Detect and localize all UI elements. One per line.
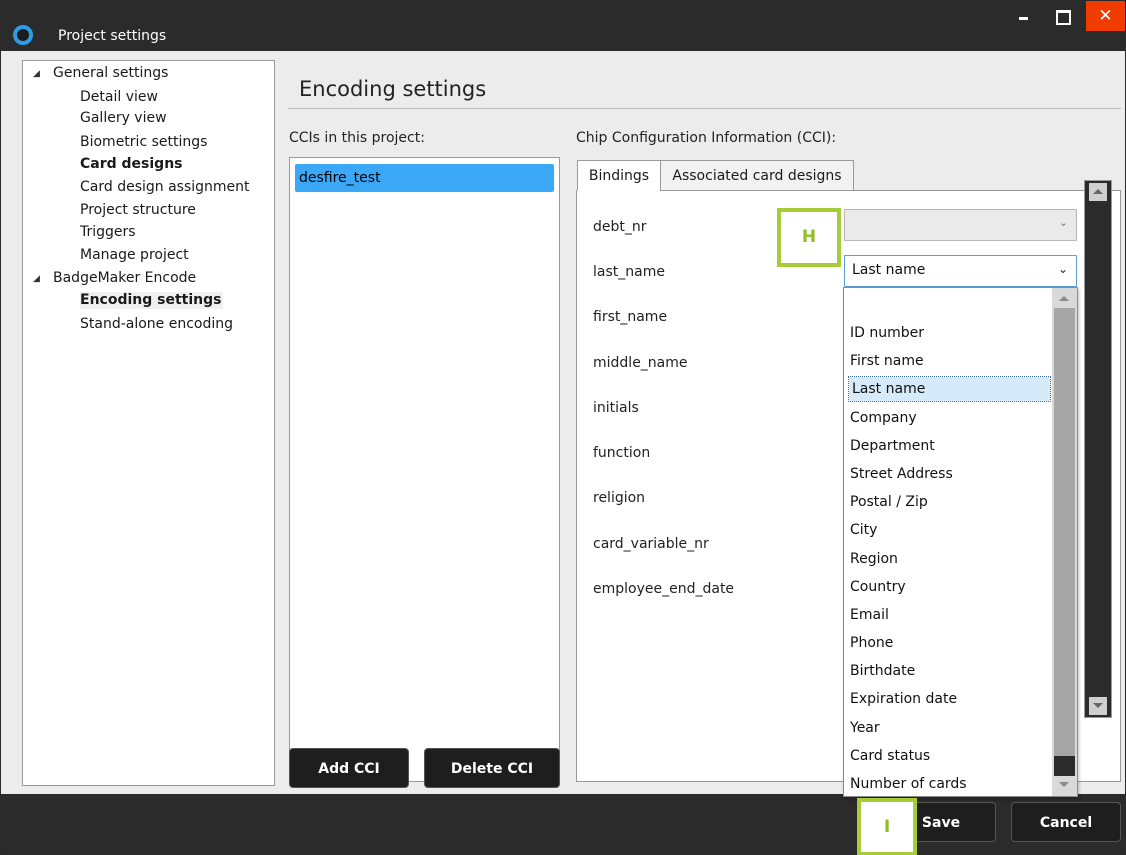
window-title: Project settings	[58, 28, 167, 44]
dropdown-option[interactable]: Year	[850, 716, 880, 740]
tree-item-stand-alone-encoding[interactable]: Stand-alone encoding	[80, 316, 233, 333]
tree-item-gallery-view[interactable]: Gallery view	[80, 110, 167, 127]
settings-tree[interactable]: ◢ General settings Detail view Gallery v…	[22, 60, 275, 786]
dropdown-scrollbar[interactable]	[1052, 288, 1077, 796]
tree-item-card-design-assignment[interactable]: Card design assignment	[80, 179, 250, 196]
field-label-employee-end-date: employee_end_date	[593, 581, 735, 597]
dropdown-option[interactable]: Postal / Zip	[850, 490, 928, 514]
bindings-scrollbar[interactable]	[1084, 180, 1112, 718]
app-logo-icon	[13, 25, 33, 45]
tree-item-card-designs[interactable]: Card designs	[80, 156, 183, 173]
cci-list[interactable]: desfire_test	[289, 157, 560, 782]
add-cci-button[interactable]: Add CCI	[289, 748, 409, 788]
ccis-label: CCIs in this project:	[289, 130, 425, 146]
scrollbar-track[interactable]	[1054, 756, 1075, 776]
delete-cci-button[interactable]: Delete CCI	[424, 748, 560, 788]
last-name-select[interactable]: Last name ⌄	[844, 255, 1077, 287]
tree-item-general-settings[interactable]: General settings	[53, 65, 168, 82]
dropdown-option[interactable]: Card status	[850, 744, 930, 768]
scroll-up-icon[interactable]	[1089, 183, 1107, 201]
scroll-up-icon[interactable]	[1055, 291, 1074, 307]
annotation-marker-h: H	[777, 208, 841, 267]
tree-item-detail-view[interactable]: Detail view	[80, 89, 158, 106]
field-label-last-name: last_name	[593, 264, 665, 280]
dropdown-option[interactable]: First name	[850, 349, 924, 373]
list-item[interactable]: desfire_test	[295, 164, 554, 192]
close-icon[interactable]: ✕	[1086, 1, 1125, 31]
field-label-middle-name: middle_name	[593, 355, 688, 371]
dropdown-option[interactable]: Birthdate	[850, 659, 915, 683]
minimize-icon[interactable]	[1006, 1, 1042, 31]
chevron-down-icon: ⌄	[1058, 216, 1068, 229]
title-bar[interactable]: Project settings ✕	[1, 1, 1125, 51]
dropdown-option[interactable]: Phone	[850, 631, 893, 655]
dropdown-option[interactable]: ID number	[850, 321, 924, 345]
scrollbar-thumb[interactable]	[1054, 308, 1075, 756]
dropdown-option[interactable]: Expiration date	[850, 687, 957, 711]
project-settings-window: Project settings ✕ ◢ General settings De…	[0, 0, 1126, 855]
maximize-icon[interactable]	[1044, 1, 1080, 31]
scroll-down-icon[interactable]	[1089, 697, 1107, 715]
dropdown-option[interactable]: Email	[850, 603, 889, 627]
tree-item-project-structure[interactable]: Project structure	[80, 202, 196, 219]
debt-nr-select[interactable]: ⌄	[844, 209, 1077, 241]
tree-expanded-icon[interactable]: ◢	[33, 274, 40, 284]
tree-item-manage-project[interactable]: Manage project	[80, 247, 189, 264]
cancel-button[interactable]: Cancel	[1011, 802, 1121, 842]
field-label-card-variable-nr: card_variable_nr	[593, 536, 709, 552]
dropdown-option[interactable]: Company	[850, 406, 917, 430]
field-label-function: function	[593, 445, 651, 461]
dropdown-option[interactable]: Number of cards	[850, 772, 967, 796]
dropdown-option[interactable]: Department	[850, 434, 935, 458]
chevron-down-icon: ⌄	[1057, 262, 1068, 276]
field-label-initials: initials	[593, 400, 639, 416]
tree-item-biometric-settings[interactable]: Biometric settings	[80, 134, 207, 151]
tree-expanded-icon[interactable]: ◢	[33, 69, 40, 79]
annotation-marker-i: I	[857, 798, 917, 855]
field-label-first-name: first_name	[593, 309, 668, 325]
dropdown-option[interactable]: City	[850, 518, 877, 542]
tree-item-encoding-settings[interactable]: Encoding settings	[80, 292, 224, 309]
scroll-down-icon[interactable]	[1055, 777, 1074, 793]
tab-associated-card-designs[interactable]: Associated card designs	[660, 160, 854, 191]
tab-bindings[interactable]: Bindings	[577, 160, 661, 191]
field-label-religion: religion	[593, 490, 646, 506]
title-divider	[288, 108, 1121, 109]
tree-item-triggers[interactable]: Triggers	[80, 224, 136, 241]
dropdown-option-selected[interactable]: Last name	[848, 376, 1051, 402]
last-name-select-value: Last name	[852, 262, 926, 278]
cci-panel-label: Chip Configuration Information (CCI):	[576, 130, 837, 146]
tree-item-badgemaker-encode[interactable]: BadgeMaker Encode	[53, 270, 196, 287]
field-label-debt-nr: debt_nr	[593, 219, 647, 235]
dropdown-option[interactable]: Country	[850, 575, 906, 599]
dropdown-option[interactable]: Region	[850, 547, 898, 571]
dropdown-option[interactable]: Street Address	[850, 462, 953, 486]
page-title: Encoding settings	[299, 77, 487, 101]
last-name-dropdown-list[interactable]: ID number First name Last name Company D…	[843, 287, 1078, 797]
